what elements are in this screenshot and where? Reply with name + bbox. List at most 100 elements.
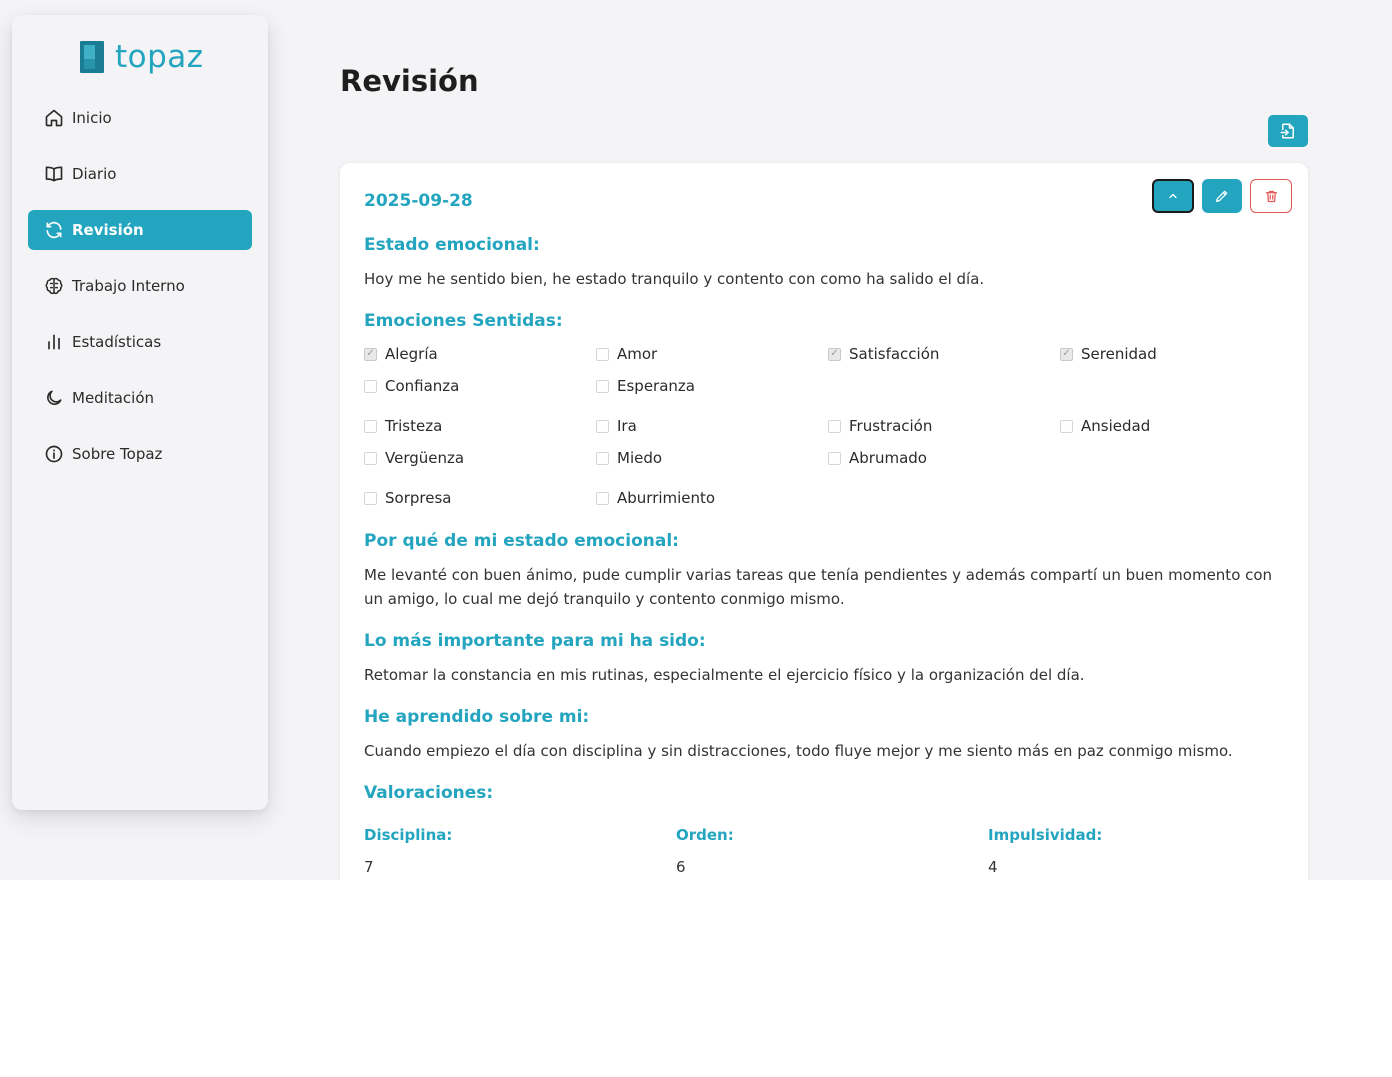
brain-icon (45, 277, 63, 295)
emotion-tristeza[interactable]: Tristeza (364, 417, 442, 435)
pencil-icon (1216, 190, 1228, 202)
emotion-label: Sorpresa (385, 489, 452, 507)
book-icon (45, 166, 63, 182)
emotion-label: Miedo (617, 449, 663, 467)
sidebar-nav: Inicio Diario Revisión Trabajo Interno E… (28, 98, 252, 490)
emotion-amor[interactable]: Amor (596, 345, 657, 363)
home-icon (45, 109, 63, 127)
sidebar-item-inicio[interactable]: Inicio (28, 98, 252, 138)
review-entry-card: 2025-09-28 Estado emocional: Hoy me he s… (340, 163, 1308, 880)
emotion-ira[interactable]: Ira (596, 417, 637, 435)
rating-value-impulsividad: 4 (988, 858, 998, 876)
emotion-satisfaccion[interactable]: Satisfacción (828, 345, 939, 363)
emotion-frustracion[interactable]: Frustración (828, 417, 932, 435)
emotion-checkbox[interactable] (596, 491, 609, 505)
emotion-label: Abrumado (849, 449, 927, 467)
emotion-label: Vergüenza (385, 449, 465, 467)
emotion-label: Tristeza (385, 417, 443, 435)
emotion-checkbox[interactable] (364, 491, 377, 505)
file-import-icon (1280, 123, 1294, 139)
emotion-checkbox[interactable] (364, 379, 377, 393)
emotion-checkbox[interactable] (828, 451, 841, 465)
sidebar-item-trabajo-interno[interactable]: Trabajo Interno (28, 266, 252, 306)
emotion-label: Ira (617, 417, 637, 435)
emotion-label: Amor (617, 345, 658, 363)
brand-name: topaz (115, 39, 204, 75)
emotion-ansiedad[interactable]: Ansiedad (1060, 417, 1150, 435)
sidebar-item-label: Meditación (72, 389, 155, 407)
emotion-checkbox[interactable] (828, 347, 841, 361)
emotion-checkbox[interactable] (364, 451, 377, 465)
info-icon (45, 445, 63, 463)
emotion-label: Aburrimiento (617, 489, 716, 507)
emotion-checkbox[interactable] (364, 419, 377, 433)
rating-value-disciplina: 7 (364, 858, 374, 876)
rating-label-orden: Orden: (676, 826, 734, 844)
sidebar-item-diario[interactable]: Diario (28, 154, 252, 194)
porque-estado-title: Por qué de mi estado emocional: (364, 531, 679, 551)
emotion-checkbox[interactable] (596, 347, 609, 361)
entry-actions (1152, 179, 1292, 213)
emotion-checkbox[interactable] (596, 379, 609, 393)
emotion-abrumado[interactable]: Abrumado (828, 449, 927, 467)
sidebar-item-estadisticas[interactable]: Estadísticas (28, 322, 252, 362)
emotion-label: Frustración (849, 417, 933, 435)
rating-label-disciplina: Disciplina: (364, 826, 453, 844)
sidebar-item-label: Estadísticas (72, 333, 162, 351)
edit-button[interactable] (1202, 179, 1242, 213)
sidebar-item-label: Trabajo Interno (72, 277, 185, 295)
sidebar-item-revision[interactable]: Revisión (28, 210, 252, 250)
page-title: Revisión (340, 64, 479, 98)
sidebar-item-sobre-topaz[interactable]: Sobre Topaz (28, 434, 252, 474)
emotion-label: Alegría (385, 345, 438, 363)
estado-emocional-title: Estado emocional: (364, 235, 540, 255)
sidebar-item-label: Sobre Topaz (72, 445, 163, 463)
emotion-esperanza[interactable]: Esperanza (596, 377, 695, 395)
emotion-miedo[interactable]: Miedo (596, 449, 662, 467)
estado-emocional-text: Hoy me he sentido bien, he estado tranqu… (364, 270, 985, 288)
sidebar: topaz Inicio Diario Revisión Trabajo Int… (12, 15, 268, 810)
emotion-aburrimiento[interactable]: Aburrimiento (596, 489, 715, 507)
delete-button[interactable] (1250, 179, 1292, 213)
import-file-button[interactable] (1268, 115, 1308, 147)
emotion-verguenza[interactable]: Vergüenza (364, 449, 464, 467)
emotion-checkbox[interactable] (596, 451, 609, 465)
lo-mas-importante-title: Lo más importante para mi ha sido: (364, 631, 706, 651)
he-aprendido-title: He aprendido sobre mi: (364, 707, 590, 727)
emotion-label: Ansiedad (1081, 417, 1151, 435)
emotion-label: Serenidad (1081, 345, 1157, 363)
emotion-label: Esperanza (617, 377, 695, 395)
emotion-checkbox[interactable] (596, 419, 609, 433)
sidebar-item-label: Inicio (72, 109, 112, 127)
emotion-label: Confianza (385, 377, 460, 395)
emotion-alegria[interactable]: Alegría (364, 345, 438, 363)
trash-icon (1265, 190, 1277, 202)
sidebar-item-label: Diario (72, 165, 117, 183)
emotion-sorpresa[interactable]: Sorpresa (364, 489, 451, 507)
rating-label-impulsividad: Impulsividad: (988, 826, 1103, 844)
lo-mas-importante-text: Retomar la constancia en mis rutinas, es… (364, 666, 1085, 684)
rating-value-orden: 6 (676, 858, 686, 876)
brand-logo[interactable]: topaz (80, 41, 204, 73)
refresh-icon (46, 221, 62, 239)
emotion-confianza[interactable]: Confianza (364, 377, 459, 395)
sidebar-item-label: Revisión (72, 221, 144, 239)
he-aprendido-text: Cuando empiezo el día con disciplina y s… (364, 742, 1233, 760)
moon-icon (47, 390, 62, 405)
sidebar-item-meditacion[interactable]: Meditación (28, 378, 252, 418)
emotion-checkbox[interactable] (1060, 419, 1073, 433)
emotion-checkbox[interactable] (828, 419, 841, 433)
bar-chart-icon (48, 334, 60, 350)
porque-estado-text: Me levanté con buen ánimo, pude cumplir … (364, 566, 1273, 608)
emotion-checkbox[interactable] (364, 347, 377, 361)
emotion-label: Satisfacción (849, 345, 940, 363)
emotion-checkbox[interactable] (1060, 347, 1073, 361)
logo-icon (80, 41, 104, 73)
emotion-serenidad[interactable]: Serenidad (1060, 345, 1157, 363)
entry-date: 2025-09-28 (364, 191, 473, 211)
collapse-button[interactable] (1152, 179, 1194, 213)
chevron-up-icon (1169, 193, 1177, 199)
emociones-sentidas-title: Emociones Sentidas: (364, 311, 563, 331)
valoraciones-title: Valoraciones: (364, 783, 494, 803)
app-viewport: topaz Inicio Diario Revisión Trabajo Int… (0, 0, 1392, 880)
